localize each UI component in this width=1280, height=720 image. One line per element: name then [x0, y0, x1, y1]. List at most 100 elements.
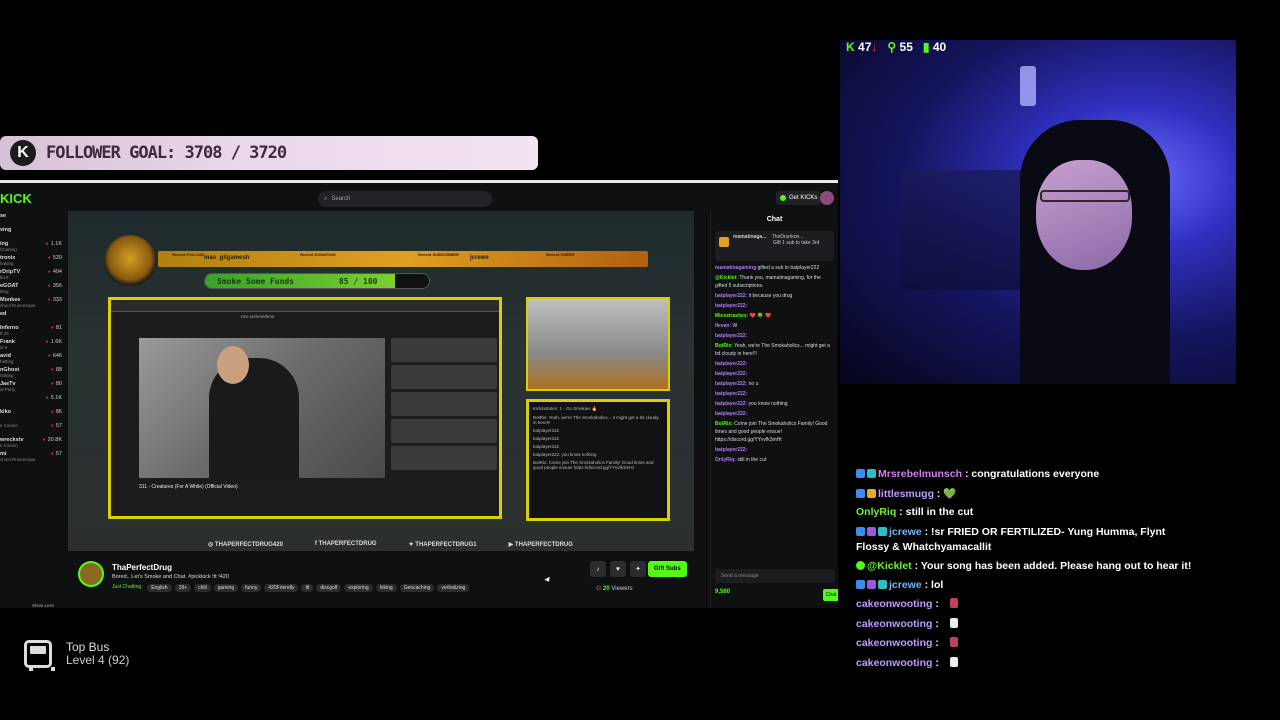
- search-input[interactable]: ⌕ Search: [318, 191, 492, 207]
- stream-tag[interactable]: ttl: [301, 584, 314, 592]
- chat-message: Miesstrashes: ❤️ 🍀 ❤️: [711, 311, 838, 321]
- chat-username[interactable]: batplayer222:: [715, 371, 747, 377]
- overlay-chat-username: jcrewe: [889, 526, 922, 538]
- small-chat-line: Kickinstutes: 1 - Go Smokies 🔥: [533, 406, 598, 411]
- stream-tags: Just Chatting English 18+ chill gaming funny…: [112, 584, 470, 592]
- chat-username[interactable]: batplayer222:: [715, 401, 749, 407]
- stream-chat-small: Kickinstutes: 1 - Go Smokies 🔥 BotRix: Ye…: [526, 399, 670, 521]
- sidebar-channel[interactable]: avid646hatting: [0, 353, 62, 364]
- stream-tag[interactable]: verbalizing: [437, 584, 470, 592]
- chat-username[interactable]: batplayer222:: [715, 303, 747, 309]
- chat-message: @Kicklet: Thank you, mamatinagaming, for…: [711, 273, 838, 291]
- overlay-chat-text: 💚: [943, 488, 957, 500]
- chat-username[interactable]: mamatinagaming: [715, 265, 758, 271]
- overlay-chat-separator: :: [932, 618, 942, 630]
- overlay-chat-separator: :: [932, 637, 942, 649]
- chat-message: batplayer222:: [711, 389, 838, 399]
- sidebar-channel[interactable]: tronix520hatting: [0, 255, 62, 266]
- chat-username[interactable]: batplayer222:: [715, 293, 749, 299]
- user-avatar[interactable]: [820, 191, 834, 205]
- stream-tag[interactable]: Geocaching: [399, 584, 435, 592]
- stream-tag[interactable]: exploring: [344, 584, 373, 592]
- stream-tag[interactable]: 420Friendly: [264, 584, 299, 592]
- chat-username[interactable]: batplayer222:: [715, 391, 747, 397]
- sidebar-channel[interactable]: wreckstv20.8Ke Casino: [0, 437, 62, 448]
- chat-username[interactable]: @Kicklet:: [715, 275, 739, 281]
- sidebar-channel[interactable]: se: [0, 213, 62, 219]
- social-link[interactable]: ✦ THAPERFECTDRUG1: [409, 541, 477, 548]
- streamer-avatar[interactable]: [78, 561, 104, 587]
- sidebar-channel[interactable]: 57e Casino: [0, 423, 62, 429]
- social-link[interactable]: ▶ THAPERFECTDRUG: [509, 541, 573, 548]
- channel-category: Chatting: [0, 247, 17, 252]
- bell-icon[interactable]: ♪: [590, 561, 606, 577]
- social-link[interactable]: f THAPERFECTDRUG: [315, 541, 377, 548]
- heart-icon[interactable]: ♥: [610, 561, 626, 577]
- chat-send-button[interactable]: Chat: [823, 589, 838, 601]
- badge-icon: [856, 561, 865, 570]
- get-kicks-button[interactable]: Get KICKs: [776, 191, 822, 205]
- followers-stat: ⚲ 55: [887, 40, 913, 54]
- sidebar-channel[interactable]: JaeTv80al Party: [0, 381, 62, 392]
- sidebar-channel[interactable]: Frank1.6Kld 6: [0, 339, 62, 350]
- chat-username[interactable]: batplayer222:: [715, 361, 747, 367]
- sidebar-channel[interactable]: ving: [0, 227, 62, 233]
- viewer-count-value: 20: [603, 586, 610, 592]
- chat-message: batplayer222:: [711, 301, 838, 311]
- recent-follow-name: mao_gilgamesh: [204, 255, 250, 261]
- sidebar-channel[interactable]: ed: [0, 311, 62, 317]
- small-chat-line: batplayer222: you know nothing: [533, 452, 597, 457]
- chat-username[interactable]: OnlyRiq:: [715, 457, 737, 463]
- kick-logo[interactable]: KICK: [0, 191, 32, 206]
- viewer-count-label: Viewers: [611, 586, 633, 592]
- chat-username[interactable]: BotRix:: [715, 421, 734, 427]
- stream-tag[interactable]: English: [147, 584, 172, 592]
- search-placeholder: Search: [331, 196, 351, 202]
- sidebar-channel[interactable]: kiko 86: [0, 409, 62, 415]
- chat-username[interactable]: Miesstrashes:: [715, 313, 750, 319]
- youtube-video-title: 311 - Creatures (For A While) (Official …: [139, 484, 238, 490]
- overlay-chat-username: @Kicklet: [867, 560, 912, 572]
- stream-category[interactable]: Just Chatting: [112, 584, 141, 592]
- social-link[interactable]: ◎ THAPERFECTDRUG420: [208, 541, 283, 548]
- youtube-toolbar: neo summertime: [111, 300, 499, 319]
- chat-input[interactable]: Send a message: [715, 569, 835, 583]
- chat-username[interactable]: batplayer222:: [715, 381, 749, 387]
- sidebar-channel[interactable]: eGOAT356tting: [0, 283, 62, 294]
- stream-tag[interactable]: hiking: [375, 584, 397, 592]
- chat-username[interactable]: flevan:: [715, 323, 733, 329]
- recent-follow-label: Recent FOLLOW: [172, 252, 204, 257]
- badge-icon: [878, 580, 887, 589]
- stream-tag[interactable]: 18+: [174, 584, 192, 592]
- sidebar-channel[interactable]: Monkee333chool RuneScape: [0, 297, 62, 308]
- sidebar-channel[interactable]: rDripTV404tld 6: [0, 269, 62, 280]
- recommendation-thumb: [391, 446, 497, 470]
- overlay-chat-message: @Kicklet : Your song has been added. Ple…: [856, 560, 1191, 572]
- streamer-name[interactable]: ThaPerfectDrug: [112, 563, 172, 572]
- kick-icon: K: [846, 40, 855, 54]
- chat-username[interactable]: batplayer222:: [715, 447, 747, 453]
- channel-viewers: 404: [48, 269, 62, 275]
- stream-tag[interactable]: gaming: [213, 584, 239, 592]
- chat-username[interactable]: batplayer222:: [715, 411, 747, 417]
- stream-tag[interactable]: discgolf: [316, 584, 342, 592]
- stream-tag[interactable]: chill: [194, 584, 211, 592]
- video-player[interactable]: Recent FOLLOW mao_gilgamesh Recent DONAT…: [68, 211, 694, 551]
- chat-text: no u: [748, 381, 759, 387]
- chat-username[interactable]: batplayer222:: [715, 333, 747, 339]
- sidebar-channel[interactable]: mi57chool RuneScape: [0, 451, 62, 462]
- channel-viewers: 356: [48, 283, 62, 289]
- channel-category: chool RuneScape: [0, 457, 36, 462]
- show-less-link[interactable]: Show Less: [32, 603, 94, 608]
- sidebar-channel[interactable]: ing1.1KChatting: [0, 241, 62, 252]
- chat-username[interactable]: BotRix:: [715, 343, 734, 349]
- overlay-chat-username: jcrewe: [889, 579, 922, 591]
- badge-icon: [867, 527, 876, 536]
- gift-subs-button[interactable]: Gift Subs: [648, 561, 687, 577]
- sidebar-channel[interactable]: nGhost88hatting: [0, 367, 62, 378]
- gift-icon[interactable]: ✦: [630, 561, 646, 577]
- overlay-chat-text: Your song has been added. Please hang ou…: [920, 560, 1192, 572]
- channel-category: ft 25: [0, 331, 9, 336]
- sidebar-channel[interactable]: Inferno81ft 25: [0, 325, 62, 336]
- stream-tag[interactable]: funny: [241, 584, 262, 592]
